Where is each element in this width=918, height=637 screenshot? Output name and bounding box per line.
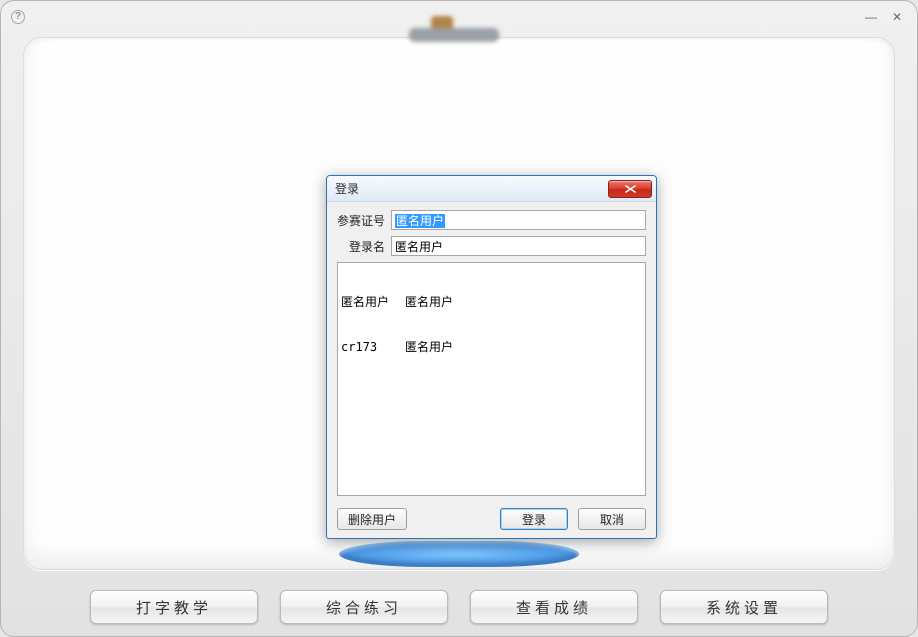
label-login-name: 登录名 bbox=[337, 238, 385, 255]
row-contest-id: 参赛证号 匿名用户 bbox=[337, 210, 646, 230]
list-col1: cr173 bbox=[341, 340, 405, 355]
user-listbox[interactable]: 匿名用户 匿名用户 cr173 匿名用户 bbox=[337, 262, 646, 496]
input-login-name-value: 匿名用户 bbox=[395, 240, 443, 254]
nav-typing-teach[interactable]: 打字教学 bbox=[90, 590, 258, 624]
login-dialog: 登录 参赛证号 匿名用户 登录名 匿名用户 bbox=[326, 175, 657, 539]
binder-clip-decoration bbox=[409, 16, 499, 46]
minimize-icon[interactable]: — bbox=[861, 10, 881, 24]
list-col2: 匿名用户 bbox=[405, 340, 453, 355]
input-login-name[interactable]: 匿名用户 bbox=[391, 236, 646, 256]
dialog-buttons: 删除用户 登录 取消 bbox=[337, 508, 646, 530]
nav-comprehensive-practice[interactable]: 综合练习 bbox=[280, 590, 448, 624]
label-contest-id: 参赛证号 bbox=[337, 212, 385, 229]
window-controls: — ✕ bbox=[861, 10, 907, 24]
nav-system-settings[interactable]: 系统设置 bbox=[660, 590, 828, 624]
dialog-titlebar[interactable]: 登录 bbox=[327, 176, 656, 202]
list-item[interactable]: cr173 匿名用户 bbox=[341, 340, 642, 355]
nav-view-scores[interactable]: 查看成绩 bbox=[470, 590, 638, 624]
dialog-close-button[interactable] bbox=[608, 180, 652, 198]
close-icon[interactable]: ✕ bbox=[887, 10, 907, 24]
delete-user-button[interactable]: 删除用户 bbox=[337, 508, 407, 530]
row-login-name: 登录名 匿名用户 bbox=[337, 236, 646, 256]
close-x-icon bbox=[625, 185, 636, 193]
help-icon[interactable]: ? bbox=[11, 10, 25, 24]
input-contest-id[interactable]: 匿名用户 bbox=[391, 210, 646, 230]
dialog-body: 参赛证号 匿名用户 登录名 匿名用户 匿名用户 匿名用户 cr173 匿名用户 bbox=[327, 202, 656, 538]
panel-blue-slot bbox=[339, 541, 579, 567]
input-contest-id-value: 匿名用户 bbox=[395, 214, 445, 228]
login-button[interactable]: 登录 bbox=[500, 508, 568, 530]
bottom-nav: 打字教学 综合练习 查看成绩 系统设置 bbox=[1, 590, 917, 624]
list-col2: 匿名用户 bbox=[405, 295, 453, 310]
dialog-title: 登录 bbox=[335, 180, 359, 197]
cancel-button[interactable]: 取消 bbox=[578, 508, 646, 530]
list-col1: 匿名用户 bbox=[341, 295, 405, 310]
app-window: ? — ✕ 打字教学 综合练习 查看成绩 系统设置 登录 参赛证号 bbox=[0, 0, 918, 637]
list-item[interactable]: 匿名用户 匿名用户 bbox=[341, 295, 642, 310]
